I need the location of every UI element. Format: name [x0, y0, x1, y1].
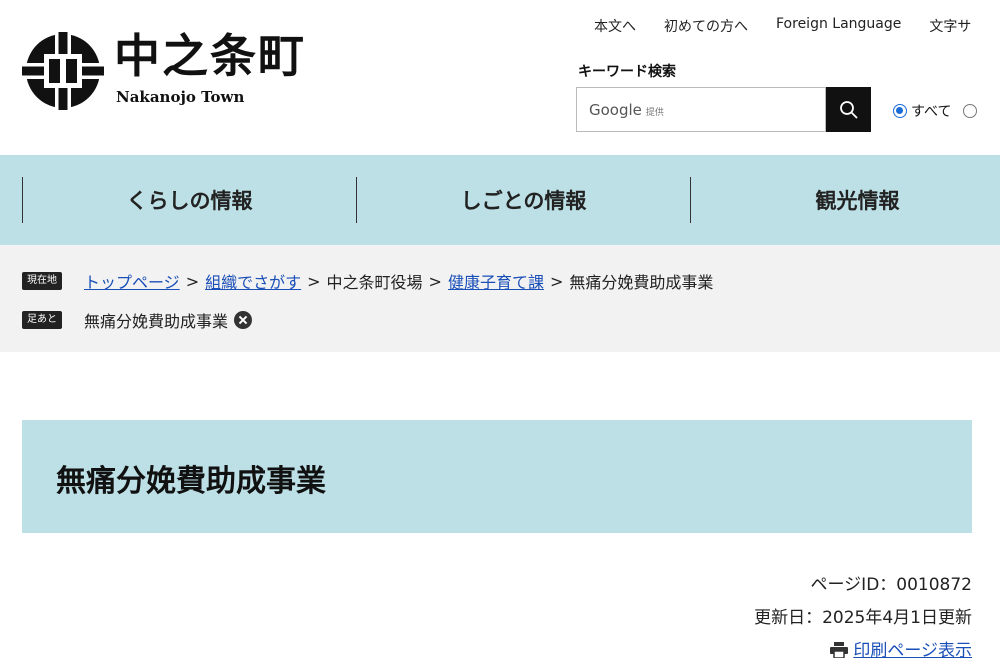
google-label: Google — [589, 101, 642, 119]
global-nav: くらしの情報 しごとの情報 観光情報 — [0, 155, 1000, 245]
breadcrumb-current-page: 無痛分娩費助成事業 — [569, 273, 714, 292]
util-link-font-size[interactable]: 文字サ — [929, 16, 971, 36]
close-icon[interactable] — [234, 311, 253, 329]
util-link-foreign-language[interactable]: Foreign Language — [776, 16, 901, 36]
breadcrumb-separator: > — [549, 271, 564, 291]
search-input[interactable]: Google 提供 — [576, 87, 826, 132]
page-title: 無痛分娩費助成事業 — [56, 464, 326, 499]
radio-all[interactable] — [893, 104, 907, 118]
radio-all-label: すべて — [911, 104, 952, 120]
search-placeholder: Google 提供 — [589, 101, 664, 119]
breadcrumb-separator: > — [428, 271, 442, 291]
breadcrumb-link-top[interactable]: トップページ — [84, 269, 180, 293]
history-tag: 足あと — [22, 311, 62, 329]
nav-item-tourism[interactable]: 観光情報 — [691, 177, 1000, 223]
site-logo[interactable]: 中之条町 Nakanojo Town — [22, 30, 352, 110]
breadcrumb: 現在地 トップページ > 組織でさがす > 中之条町役場 > 健康子育て課 > … — [22, 269, 713, 293]
radio-other[interactable] — [963, 104, 978, 118]
search-scope-radios: すべて — [893, 101, 981, 121]
history-item[interactable]: 無痛分娩費助成事業 — [84, 308, 228, 332]
current-location-tag: 現在地 — [22, 272, 62, 290]
breadcrumb-link-health-division[interactable]: 健康子育て課 — [448, 269, 544, 293]
breadcrumb-area: 現在地 トップページ > 組織でさがす > 中之条町役場 > 健康子育て課 > … — [0, 245, 1000, 352]
util-link-skip-to-content[interactable]: 本文へ — [594, 16, 636, 36]
page-id: ページID：0010872 — [810, 575, 972, 595]
logo-title: 中之条町 — [114, 29, 306, 83]
keyword-search-label: キーワード検索 — [578, 64, 676, 80]
search-icon — [839, 100, 858, 119]
town-emblem-icon — [22, 32, 104, 110]
breadcrumb-separator: > — [185, 271, 200, 291]
printer-icon — [830, 642, 849, 658]
site-header: 中之条町 Nakanojo Town 本文へ 初めての方へ Foreign La… — [0, 0, 1000, 155]
page-title-box: 無痛分娩費助成事業 — [22, 420, 972, 533]
logo-subtitle: Nakanojo Town — [116, 88, 245, 106]
print-page-link[interactable]: 印刷ページ表示 — [830, 636, 972, 661]
search-button[interactable] — [826, 87, 871, 132]
nav-item-living[interactable]: くらしの情報 — [23, 177, 356, 223]
updated-date: 更新日：2025年4月1日更新 — [754, 608, 972, 628]
breadcrumb-separator: > — [307, 271, 321, 291]
nav-item-work[interactable]: しごとの情報 — [357, 177, 690, 223]
utility-links: 本文へ 初めての方へ Foreign Language 文字サ — [594, 16, 999, 36]
history-trail: 足あと 無痛分娩費助成事業 — [22, 308, 253, 332]
print-page-label[interactable]: 印刷ページ表示 — [853, 641, 972, 661]
breadcrumb-link-organization[interactable]: 組織でさがす — [205, 269, 301, 293]
util-link-first-visit[interactable]: 初めての方へ — [664, 16, 748, 36]
breadcrumb-text-town-office: 中之条町役場 — [326, 273, 423, 292]
provided-label: 提供 — [645, 108, 664, 118]
